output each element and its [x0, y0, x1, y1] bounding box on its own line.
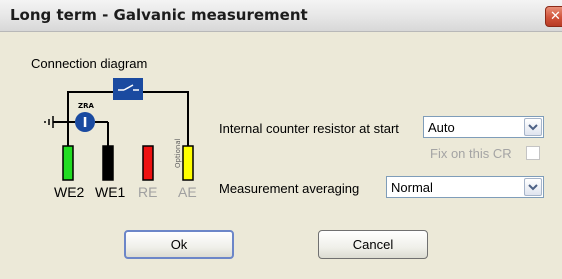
electrode-label-ae: AE	[178, 184, 197, 200]
fix-cr-label: Fix on this CR	[430, 146, 512, 161]
electrode-we1	[102, 145, 114, 181]
ok-button[interactable]: Ok	[124, 230, 234, 259]
close-icon[interactable]: ✕	[545, 6, 562, 27]
zra-ammeter-icon: I	[75, 112, 95, 132]
chevron-down-icon[interactable]	[524, 178, 542, 196]
zra-label: ZRA	[78, 102, 94, 110]
ground-icon	[44, 116, 54, 128]
electrode-label-we1: WE1	[95, 184, 126, 200]
averaging-value: Normal	[391, 180, 433, 195]
fix-cr-checkbox[interactable]	[526, 146, 540, 160]
cancel-button[interactable]: Cancel	[318, 230, 428, 259]
electrode-label-re: RE	[138, 184, 158, 200]
galvanic-measurement-dialog: Long term - Galvanic measurement ✕ Conne…	[0, 0, 562, 279]
svg-text:I: I	[83, 116, 88, 131]
chevron-down-icon[interactable]	[524, 118, 542, 136]
counter-resistor-label: Internal counter resistor at start	[219, 121, 399, 136]
optional-label: Optional	[174, 138, 182, 168]
electrode-label-we2: WE2	[54, 184, 85, 200]
switch-icon	[113, 78, 143, 100]
averaging-label: Measurement averaging	[219, 181, 360, 196]
electrode-re	[142, 145, 154, 181]
averaging-select[interactable]: Normal	[386, 176, 544, 198]
connection-diagram: I ZRA Optional	[44, 78, 194, 181]
counter-resistor-select[interactable]: Auto	[423, 116, 544, 138]
electrode-ae	[182, 145, 194, 181]
counter-resistor-value: Auto	[428, 120, 455, 135]
electrode-we2	[62, 145, 74, 181]
